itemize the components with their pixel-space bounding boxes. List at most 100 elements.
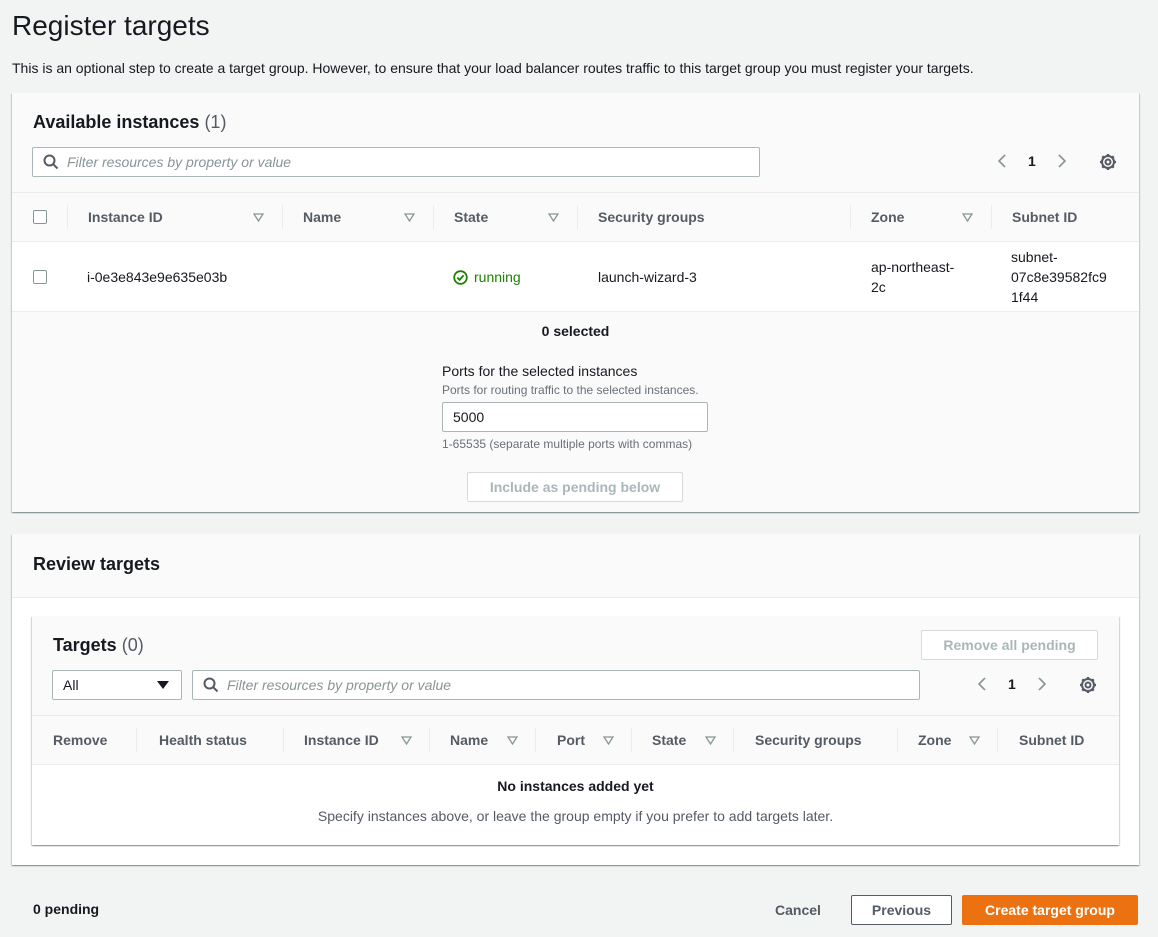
targets-pagination: 1 [976,676,1048,692]
targets-count: (0) [121,635,144,655]
empty-title: No instances added yet [497,778,654,794]
ports-input[interactable] [442,402,708,432]
select-value: All [63,677,79,693]
chevron-right-icon[interactable] [1056,153,1068,169]
cancel-button[interactable]: Cancel [775,902,821,918]
previous-button[interactable]: Previous [851,895,952,925]
sort-icon [705,736,716,745]
subnet-line: subnet- [1011,249,1058,265]
sort-icon [253,213,264,222]
col-state[interactable]: State [632,716,734,764]
page-number[interactable]: 1 [1028,153,1036,169]
targets-table-header: Remove Health status Instance ID Name Po… [32,715,1119,765]
subnet-line: 1f44 [1011,289,1039,305]
col-label: State [454,209,489,225]
col-label: Name [450,732,489,748]
state-cell: running [453,267,521,287]
sort-icon [401,736,412,745]
targets-container: Targets (0) Remove all pending All 1 [32,616,1119,845]
col-label: Subnet ID [1019,732,1085,748]
col-state[interactable]: State [434,193,578,241]
col-label: Health status [159,732,247,748]
review-targets-header: Review targets [12,534,1139,598]
col-label: Zone [871,209,905,225]
sort-icon [404,213,415,222]
available-instances-header: Available instances (1) 1 [12,93,1139,192]
available-count: (1) [204,112,227,132]
check-circle-icon [453,269,468,285]
col-label: Security groups [598,209,705,225]
sort-icon [969,736,980,745]
settings-gear-icon[interactable] [1079,676,1097,694]
targets-title-text: Targets [53,635,117,655]
subnet-line: 07c8e39582fc9 [1011,269,1107,285]
col-label: Name [303,209,342,225]
col-security-groups[interactable]: Security groups [578,193,851,241]
create-target-group-button[interactable]: Create target group [962,895,1138,925]
review-targets-title: Review targets [33,554,161,574]
sort-icon [603,736,614,745]
col-label: Port [557,732,585,748]
ports-hint: 1-65535 (separate multiple ports with co… [442,437,693,451]
page-description: This is an optional step to create a tar… [12,60,974,76]
ports-label: Ports for the selected instances [442,363,638,379]
col-instance-id[interactable]: Instance ID [284,716,430,764]
sort-icon [548,213,559,222]
filter-select[interactable]: All [52,670,182,700]
chevron-left-icon[interactable] [976,676,988,692]
pending-count: 0 pending [33,901,100,917]
targets-filter-input[interactable] [227,677,881,693]
col-remove: Remove [32,716,137,764]
row-checkbox[interactable] [33,270,47,284]
page-title: Register targets [12,10,210,41]
available-instances-panel: Available instances (1) 1 [12,93,1139,512]
select-all-checkbox[interactable] [32,210,47,224]
col-zone[interactable]: Zone [898,716,998,764]
empty-description: Specify instances above, or leave the gr… [317,808,834,824]
sort-icon [962,213,973,222]
col-name[interactable]: Name [283,193,434,241]
ports-description: Ports for routing traffic to the selecte… [442,383,699,397]
instance-id-cell: i-0e3e843e9e635e03b [87,269,228,285]
col-subnet-id[interactable]: Subnet ID [992,193,1139,241]
col-port[interactable]: Port [536,716,632,764]
available-filter-input[interactable] [67,154,721,170]
col-label: Subnet ID [1012,209,1078,225]
col-health-status: Health status [137,716,284,764]
col-label: Remove [53,732,108,748]
selected-count: 0 selected [541,323,610,339]
sort-icon [507,736,518,745]
zone-cell: ap-northeast- 2c [871,257,954,297]
zone-line: 2c [871,279,886,295]
chevron-left-icon[interactable] [996,153,1008,169]
include-pending-button[interactable]: Include as pending below [467,472,683,502]
table-row[interactable]: i-0e3e843e9e635e03b running launch-wizar… [12,242,1139,312]
review-targets-panel: Review targets Targets (0) Remove all pe… [12,534,1139,865]
col-instance-id[interactable]: Instance ID [68,193,283,241]
available-title-text: Available instances [33,112,200,132]
col-label: Zone [918,732,952,748]
targets-filter[interactable] [192,670,920,700]
state-text: running [474,269,521,285]
col-zone[interactable]: Zone [851,193,992,241]
zone-line: ap-northeast- [871,259,955,275]
targets-header: Targets (0) Remove all pending All 1 [32,616,1119,715]
col-subnet-id[interactable]: Subnet ID [998,716,1119,764]
remove-all-pending-button[interactable]: Remove all pending [921,630,1098,660]
security-groups-cell: launch-wizard-3 [598,269,697,285]
settings-gear-icon[interactable] [1099,153,1117,171]
available-filter[interactable] [32,147,760,177]
col-security-groups[interactable]: Security groups [734,716,898,764]
col-label: Security groups [755,732,862,748]
page-number[interactable]: 1 [1008,676,1016,692]
col-label: Instance ID [88,209,163,225]
col-label: State [652,732,687,748]
subnet-id-cell: subnet- 07c8e39582fc9 1f44 [1011,247,1107,307]
available-instances-title: Available instances (1) [33,112,226,133]
col-name[interactable]: Name [430,716,536,764]
chevron-right-icon[interactable] [1036,676,1048,692]
search-icon [203,677,219,693]
available-table-header: Instance ID Name State Security groups Z… [12,192,1139,242]
targets-title: Targets (0) [53,635,144,656]
available-pagination: 1 [996,153,1068,169]
